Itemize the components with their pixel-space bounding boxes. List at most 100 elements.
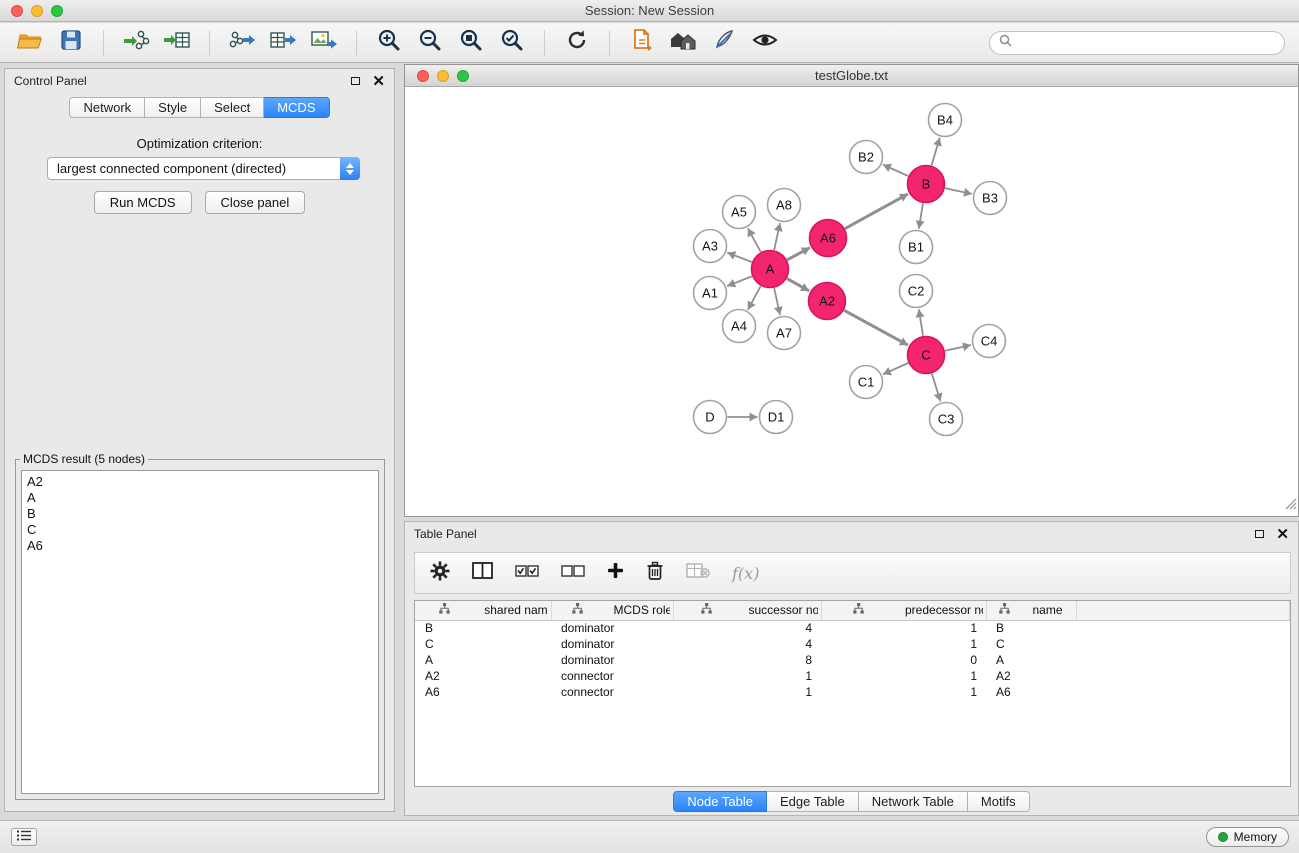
- table-cell[interactable]: 1: [673, 668, 821, 684]
- status-bar: Memory: [0, 820, 1299, 853]
- table-cell[interactable]: A6: [986, 684, 1076, 700]
- table-cell[interactable]: connector: [551, 684, 673, 700]
- apply-layout-button[interactable]: [561, 27, 593, 59]
- control-tab-mcds[interactable]: MCDS: [264, 97, 329, 118]
- column-header-mcds-role[interactable]: MCDS role: [551, 601, 673, 620]
- table-row[interactable]: Bdominator41B: [415, 620, 1290, 636]
- window-resize-grip[interactable]: [1284, 497, 1297, 515]
- table-cell[interactable]: B: [415, 620, 551, 636]
- add-column-button[interactable]: [607, 562, 624, 584]
- column-header-successor-nodes[interactable]: successor nodes: [673, 601, 821, 620]
- home-button[interactable]: [667, 27, 699, 59]
- table-tab-motifs[interactable]: Motifs: [968, 791, 1030, 812]
- table-row[interactable]: A6connector11A6: [415, 684, 1290, 700]
- table-cell[interactable]: A: [415, 652, 551, 668]
- delete-table-button[interactable]: [686, 562, 710, 584]
- function-builder-button[interactable]: f(x): [732, 564, 759, 583]
- table-cell[interactable]: 0: [821, 652, 986, 668]
- network-document-button[interactable]: [626, 27, 658, 59]
- toolbar-separator: [356, 30, 357, 56]
- network-close-button[interactable]: [417, 70, 429, 82]
- table-row[interactable]: Adominator80A: [415, 652, 1290, 668]
- memory-button[interactable]: Memory: [1206, 827, 1289, 847]
- deselect-all-button[interactable]: [561, 564, 585, 583]
- minimize-window-button[interactable]: [31, 5, 43, 17]
- zoom-fit-button[interactable]: [455, 27, 487, 59]
- table-cell[interactable]: 1: [821, 636, 986, 652]
- table-tab-edge-table[interactable]: Edge Table: [767, 791, 859, 812]
- float-panel-icon[interactable]: [351, 77, 360, 85]
- table-cell[interactable]: A2: [986, 668, 1076, 684]
- table-cell[interactable]: C: [986, 636, 1076, 652]
- float-table-panel-icon[interactable]: [1255, 530, 1264, 538]
- main-toolbar: [0, 23, 1299, 63]
- close-panel-icon[interactable]: ✕: [372, 74, 385, 89]
- table-cell[interactable]: 4: [673, 620, 821, 636]
- control-panel-title: Control Panel: [14, 74, 87, 88]
- mcds-result-item[interactable]: A6: [27, 538, 373, 554]
- table-cell[interactable]: B: [986, 620, 1076, 636]
- mcds-result-item[interactable]: A: [27, 490, 373, 506]
- optimization-criterion-dropdown[interactable]: largest connected component (directed): [47, 157, 360, 180]
- delete-column-button[interactable]: [646, 561, 664, 586]
- close-panel-button[interactable]: Close panel: [205, 191, 306, 214]
- table-cell[interactable]: C: [415, 636, 551, 652]
- open-session-button[interactable]: [14, 27, 46, 59]
- import-table-button[interactable]: [161, 27, 193, 59]
- control-tab-network[interactable]: Network: [69, 97, 145, 118]
- export-image-button[interactable]: [308, 27, 340, 59]
- close-window-button[interactable]: [11, 5, 23, 17]
- zoom-window-button[interactable]: [51, 5, 63, 17]
- table-tab-node-table[interactable]: Node Table: [673, 791, 767, 812]
- import-network-button[interactable]: [120, 27, 152, 59]
- control-tab-style[interactable]: Style: [145, 97, 201, 118]
- table-tab-network-table[interactable]: Network Table: [859, 791, 968, 812]
- network-minimize-button[interactable]: [437, 70, 449, 82]
- column-header-predecessor-nodes[interactable]: predecessor nodes: [821, 601, 986, 620]
- table-cell[interactable]: 8: [673, 652, 821, 668]
- table-cell[interactable]: dominator: [551, 636, 673, 652]
- table-cell[interactable]: connector: [551, 668, 673, 684]
- table-panel-header: Table Panel ✕: [405, 522, 1298, 546]
- table-cell[interactable]: 4: [673, 636, 821, 652]
- table-cell[interactable]: A6: [415, 684, 551, 700]
- zoom-selected-button[interactable]: [496, 27, 528, 59]
- table-cell[interactable]: 1: [821, 684, 986, 700]
- close-table-panel-icon[interactable]: ✕: [1276, 527, 1289, 542]
- mcds-result-list[interactable]: A2ABCA6: [21, 470, 379, 794]
- table-cell[interactable]: A2: [415, 668, 551, 684]
- table-cell[interactable]: dominator: [551, 652, 673, 668]
- zoom-in-button[interactable]: [373, 27, 405, 59]
- network-canvas[interactable]: B4B2BB3A5A8A6A3B1AC2A1A2A4A7C4CC1C3DD1: [405, 88, 1298, 516]
- control-tab-select[interactable]: Select: [201, 97, 264, 118]
- mcds-result-item[interactable]: A2: [27, 474, 373, 490]
- export-network-button[interactable]: [226, 27, 258, 59]
- column-header-shared-name[interactable]: shared name: [415, 601, 551, 620]
- export-table-button[interactable]: [267, 27, 299, 59]
- mcds-result-item[interactable]: B: [27, 506, 373, 522]
- table-cell[interactable]: dominator: [551, 620, 673, 636]
- graph-edge-C-C4: [945, 345, 971, 351]
- graph-node-label: A2: [819, 294, 835, 309]
- save-session-button[interactable]: [55, 27, 87, 59]
- column-header-name[interactable]: name: [986, 601, 1076, 620]
- run-mcds-button[interactable]: Run MCDS: [94, 191, 192, 214]
- zoom-out-button[interactable]: [414, 27, 446, 59]
- dropdown-stepper-icon: [340, 157, 360, 180]
- table-row[interactable]: A2connector11A2: [415, 668, 1290, 684]
- show-hide-button[interactable]: [749, 27, 781, 59]
- table-settings-button[interactable]: [430, 561, 450, 586]
- plus-icon: [607, 562, 624, 584]
- select-all-button[interactable]: [515, 564, 539, 583]
- network-zoom-button[interactable]: [457, 70, 469, 82]
- table-cell[interactable]: 1: [821, 620, 986, 636]
- table-cell[interactable]: 1: [821, 668, 986, 684]
- annotation-pen-button[interactable]: [708, 27, 740, 59]
- table-cell[interactable]: A: [986, 652, 1076, 668]
- search-input[interactable]: [1017, 35, 1275, 50]
- table-row[interactable]: Cdominator41C: [415, 636, 1290, 652]
- task-history-button[interactable]: [11, 828, 37, 846]
- table-cell[interactable]: 1: [673, 684, 821, 700]
- mcds-result-item[interactable]: C: [27, 522, 373, 538]
- show-columns-button[interactable]: [472, 562, 493, 584]
